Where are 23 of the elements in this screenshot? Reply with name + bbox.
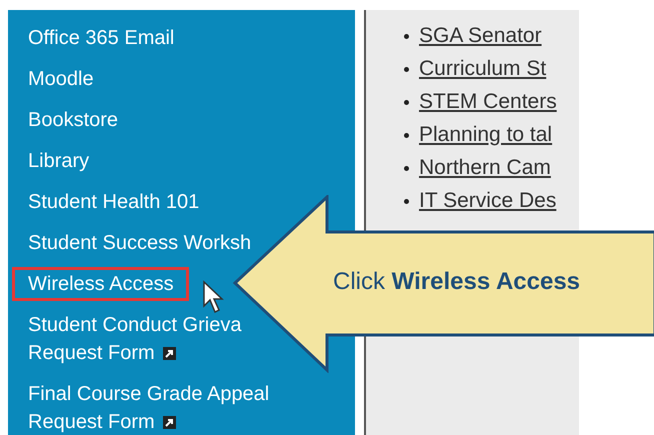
sidebar-link[interactable]: Bookstore: [12, 103, 134, 137]
sidebar-link[interactable]: Wireless Access: [12, 267, 189, 301]
news-link[interactable]: SGA Senator: [419, 22, 542, 50]
bullet-icon: [404, 66, 409, 72]
bullet-icon: [404, 166, 409, 170]
news-link[interactable]: Northern Cam: [419, 154, 551, 182]
bullet-icon: [404, 34, 409, 38]
sidebar-link[interactable]: Moodle: [12, 62, 109, 96]
sidebar-link[interactable]: Library: [12, 144, 104, 178]
sidebar-link[interactable]: Student Conduct Grieva Request Form: [12, 308, 256, 370]
sidebar-link[interactable]: Final Course Grade Appeal Request Form: [12, 377, 284, 435]
news-link[interactable]: IT Service Des: [419, 187, 556, 215]
mouse-pointer-icon: [202, 280, 226, 316]
news-link[interactable]: STEM Centers: [419, 88, 557, 116]
bullet-icon: [404, 100, 409, 104]
news-link[interactable]: Planning to tal: [419, 121, 552, 149]
callout-text: Click Wireless Access: [333, 268, 580, 296]
sidebar-link[interactable]: Student Success Worksh: [12, 226, 266, 260]
bullet-icon: [404, 198, 409, 204]
sidebar-link[interactable]: Student Health 101: [12, 185, 214, 219]
sidebar-link[interactable]: Office 365 Email: [12, 21, 190, 55]
news-link[interactable]: Curriculum St: [419, 55, 546, 83]
bullet-icon: [404, 132, 409, 138]
